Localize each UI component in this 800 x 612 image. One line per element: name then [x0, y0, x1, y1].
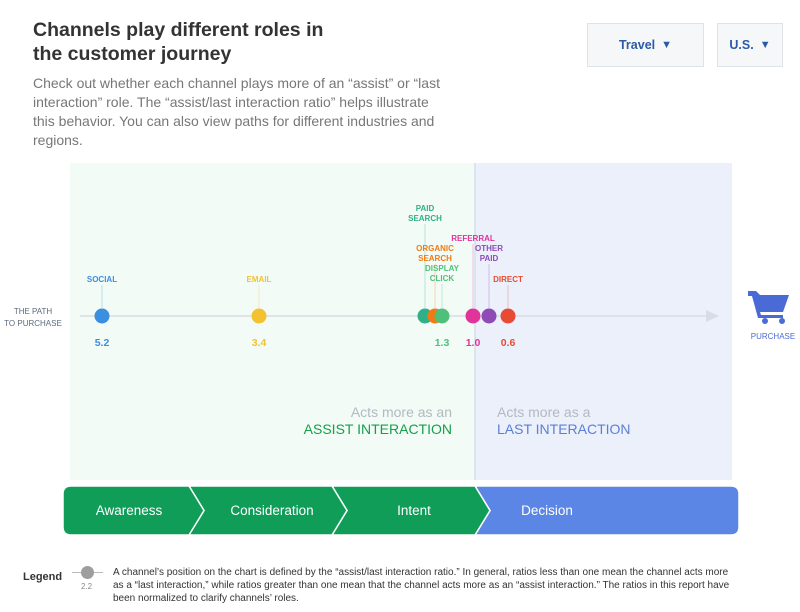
chevron-down-icon: ▼	[661, 39, 673, 51]
channel-label: PAID	[480, 254, 499, 263]
region-dropdown-value: U.S.	[729, 38, 754, 52]
region-dropdown[interactable]: U.S. ▼	[717, 23, 783, 67]
channel-point	[251, 308, 267, 324]
channel-value-label: 1.3	[435, 337, 450, 349]
channel-point	[481, 308, 497, 324]
purchase-label: PURCHASE	[751, 332, 795, 341]
path-axis-label: THE PATH	[14, 307, 53, 316]
assist-caption-line1: Acts more as an	[351, 404, 452, 420]
channel-point	[434, 308, 450, 324]
page-title: Channels play different roles in the cus…	[33, 18, 393, 66]
channel-label: SOCIAL	[87, 275, 117, 284]
channel-label: OTHER	[475, 244, 503, 253]
title-line-2: the customer journey	[33, 43, 232, 65]
channel-ratio-chart: THE PATH TO PURCHASE PURCHASE SOCIAL 5.2 EMAI…	[4, 163, 795, 480]
channel-label: REFERRAL	[451, 234, 495, 243]
channel-value-label: 0.6	[501, 337, 516, 349]
shopping-cart-icon	[748, 291, 789, 324]
channel-label: SEARCH	[418, 254, 452, 263]
channel-label: CLICK	[430, 274, 455, 283]
last-caption-line1: Acts more as a	[497, 404, 591, 420]
channel-label: EMAIL	[247, 275, 272, 284]
stage-label: Awareness	[96, 503, 163, 518]
stage-segment	[474, 486, 739, 535]
industry-dropdown-value: Travel	[618, 38, 656, 52]
legend-sample-value: 2.2	[81, 582, 93, 591]
channel-label: DIRECT	[493, 275, 523, 284]
stage-label: Intent	[397, 503, 431, 518]
channel-point	[500, 308, 516, 324]
title-line-1: Channels play different roles in	[33, 19, 324, 41]
channel-value-label: 1.0	[466, 337, 481, 349]
stage-label: Decision	[521, 503, 573, 518]
last-caption-line2: LAST INTERACTION	[497, 421, 631, 437]
channel-value-label: 5.2	[95, 337, 110, 349]
channel-label: ORGANIC	[416, 244, 454, 253]
assist-caption-line2: ASSIST INTERACTION	[304, 421, 452, 437]
path-axis-label: TO PURCHASE	[4, 319, 62, 328]
page-description: Check out whether each channel plays mor…	[33, 75, 440, 148]
legend-text: A channel’s position on the chart is def…	[113, 567, 730, 604]
channel-label: PAID	[416, 204, 435, 213]
legend-sample-dot	[81, 566, 94, 579]
stage-label: Consideration	[230, 503, 313, 518]
chevron-down-icon: ▼	[759, 39, 771, 51]
channel-label: DISPLAY	[425, 264, 460, 273]
journey-stage-bar: Awareness Consideration Intent Decision	[63, 486, 739, 535]
channel-point	[465, 308, 481, 324]
legend-label: Legend	[23, 571, 63, 583]
channel-label: SEARCH	[408, 214, 442, 223]
industry-dropdown[interactable]: Travel ▼	[587, 23, 704, 67]
channel-value-label: 3.4	[252, 337, 267, 349]
channel-point	[94, 308, 110, 324]
